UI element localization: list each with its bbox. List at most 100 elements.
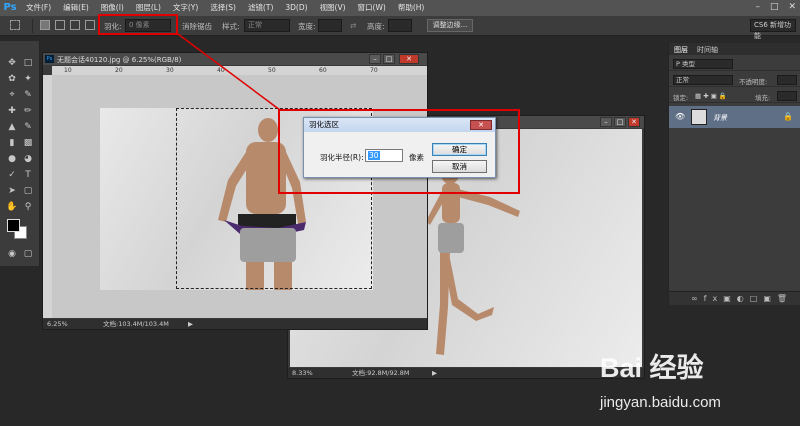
style-select[interactable]: 正常 — [244, 19, 290, 32]
healing-brush-icon[interactable]: ✚ — [6, 105, 18, 117]
brush-tool-icon[interactable]: ✏ — [22, 105, 34, 117]
doc2-size: 文档:92.8M/92.8M — [352, 369, 410, 377]
doc1-minimize-icon[interactable]: – — [369, 54, 381, 64]
doc1-title: 无题会话40120.jpg @ 6.25%(RGB/8) — [57, 56, 182, 64]
minimize-icon[interactable]: – — [755, 2, 760, 12]
menu-help[interactable]: 帮助(H) — [392, 0, 431, 16]
menu-select[interactable]: 选择(S) — [204, 0, 242, 16]
doc2-status-arrow-icon[interactable]: ▶ — [432, 368, 437, 378]
blur-tool-icon[interactable]: ● — [6, 153, 18, 165]
ruler-tick: 20 — [115, 67, 123, 74]
layers-panel: 图层 时间轴 P 类型 正常 不透明度: 锁定: ▦ ✚ ▣ 🔒 填充: 👁 背… — [668, 43, 800, 305]
eyedropper-icon[interactable]: ✎ — [22, 89, 34, 101]
history-brush-icon[interactable]: ✎ — [22, 121, 34, 133]
magic-wand-icon[interactable]: ✦ — [22, 73, 34, 85]
doc1-status-bar: 6.25% 文档:103.4M/103.4M ▶ — [43, 319, 427, 329]
lock-label: 锁定: — [673, 94, 689, 102]
watermark-url: jingyan.baidu.com — [600, 394, 721, 411]
doc2-close-icon[interactable]: ✕ — [628, 117, 640, 127]
doc2-zoom[interactable]: 8.33% — [292, 368, 313, 378]
doc2-status-bar: 8.33% 文档:92.8M/92.8M ▶ — [288, 368, 644, 378]
ruler-tick: 30 — [166, 67, 174, 74]
subtract-selection-icon[interactable] — [70, 20, 80, 30]
maximize-icon[interactable]: □ — [770, 2, 779, 12]
tab-layers[interactable]: 图层 — [674, 45, 688, 55]
lock-icon: 🔒 — [783, 112, 793, 121]
doc1-zoom[interactable]: 6.25% — [47, 319, 68, 329]
dodge-tool-icon[interactable]: ◕ — [22, 153, 34, 165]
photoshop-logo: Ps — [3, 2, 17, 13]
horizontal-ruler[interactable]: 10 20 30 40 50 60 70 — [52, 66, 427, 75]
highlight-box-dialog — [278, 109, 520, 194]
quick-mask-icon[interactable]: ◉ — [6, 248, 18, 260]
layers-panel-footer: ∞fx▣◐□▣🗑 — [669, 291, 800, 305]
eye-icon[interactable]: 👁 — [675, 112, 685, 121]
menu-window[interactable]: 窗口(W) — [352, 0, 392, 16]
eraser-icon[interactable]: ▮ — [6, 137, 18, 149]
close-icon[interactable]: ✕ — [788, 2, 796, 12]
foreground-color-swatch[interactable] — [7, 219, 20, 232]
menu-view[interactable]: 视图(V) — [314, 0, 352, 16]
watermark-brand: Bai 经验 — [600, 353, 704, 383]
pen-tool-icon[interactable]: ✓ — [6, 169, 18, 181]
anti-alias-checkbox[interactable]: 消除锯齿 — [182, 21, 212, 32]
tools-panel: ✥ □ ✿ ✦ ⌖ ✎ ✚ ✏ ▲ ✎ ▮ ▩ ● ◕ ✓ T ➤ ▢ ✋ ⚲ … — [0, 41, 40, 266]
width-label: 宽度: — [298, 22, 316, 31]
layer-action-icons[interactable]: ∞fx▣◐□▣🗑 — [691, 294, 793, 303]
refine-edge-button[interactable]: 调整边缘... — [427, 19, 473, 32]
marquee-tool-icon[interactable]: □ — [22, 57, 34, 69]
new-selection-icon[interactable] — [40, 20, 50, 30]
height-input[interactable] — [388, 19, 412, 32]
ps-doc-icon: Ps — [45, 55, 54, 63]
crop-tool-icon[interactable]: ⌖ — [6, 89, 18, 101]
doc2-minimize-icon[interactable]: – — [600, 117, 612, 127]
doc1-size: 文档:103.4M/103.4M — [103, 320, 169, 328]
screen-mode-icon[interactable]: ▢ — [22, 248, 34, 260]
shape-tool-icon[interactable]: ▢ — [22, 185, 34, 197]
opacity-label: 不透明度: — [739, 78, 768, 86]
type-tool-icon[interactable]: T — [22, 169, 34, 181]
lock-icons[interactable]: ▦ ✚ ▣ 🔒 — [695, 92, 727, 100]
layer-filter-select[interactable]: P 类型 — [673, 59, 733, 69]
swap-icon[interactable]: ⇄ — [350, 21, 356, 30]
lasso-tool-icon[interactable]: ✿ — [6, 73, 18, 85]
doc1-close-icon[interactable]: ✕ — [399, 54, 419, 64]
menu-3d[interactable]: 3D(D) — [279, 0, 313, 16]
menu-edit[interactable]: 编辑(E) — [57, 0, 95, 16]
baidu-jingyan-watermark: Bai 经验 jingyan.baidu.com — [600, 338, 800, 426]
zoom-tool-icon[interactable]: ⚲ — [22, 201, 34, 213]
layer-filter-row: P 类型 — [669, 57, 800, 71]
fill-input[interactable] — [777, 91, 797, 101]
menu-filter[interactable]: 滤镜(T) — [242, 0, 279, 16]
tab-timeline[interactable]: 时间轴 — [697, 45, 718, 55]
highlight-box-feather-field — [98, 14, 178, 35]
width-input[interactable] — [318, 19, 342, 32]
clone-stamp-icon[interactable]: ▲ — [6, 121, 18, 133]
doc2-maximize-icon[interactable]: □ — [614, 117, 626, 127]
gradient-icon[interactable]: ▩ — [22, 137, 34, 149]
workspace-select[interactable]: CS6 新增功能 — [750, 19, 796, 40]
opacity-input[interactable] — [777, 75, 797, 85]
window-controls: – □ ✕ — [755, 2, 796, 12]
layer-row-background[interactable]: 👁 背景 🔒 — [669, 106, 800, 128]
blend-row: 正常 不透明度: — [669, 73, 800, 87]
intersect-selection-icon[interactable] — [85, 20, 95, 30]
add-selection-icon[interactable] — [55, 20, 65, 30]
move-tool-icon[interactable]: ✥ — [6, 57, 18, 69]
height-label: 高度: — [367, 22, 385, 31]
doc1-status-arrow-icon[interactable]: ▶ — [188, 319, 193, 329]
vertical-ruler[interactable] — [43, 75, 52, 318]
ruler-tick: 70 — [370, 67, 378, 74]
blend-mode-select[interactable]: 正常 — [673, 75, 733, 85]
path-select-icon[interactable]: ➤ — [6, 185, 18, 197]
layer-name[interactable]: 背景 — [713, 113, 727, 123]
lock-row: 锁定: ▦ ✚ ▣ 🔒 填充: — [669, 89, 800, 103]
ruler-tick: 60 — [319, 67, 327, 74]
layer-thumbnail — [691, 109, 707, 125]
hand-tool-icon[interactable]: ✋ — [6, 201, 18, 213]
menu-file[interactable]: 文件(F) — [20, 0, 57, 16]
ruler-tick: 10 — [64, 67, 72, 74]
doc1-maximize-icon[interactable]: □ — [383, 54, 395, 64]
rect-marquee-icon[interactable] — [10, 20, 20, 30]
ruler-tick: 40 — [217, 67, 225, 74]
